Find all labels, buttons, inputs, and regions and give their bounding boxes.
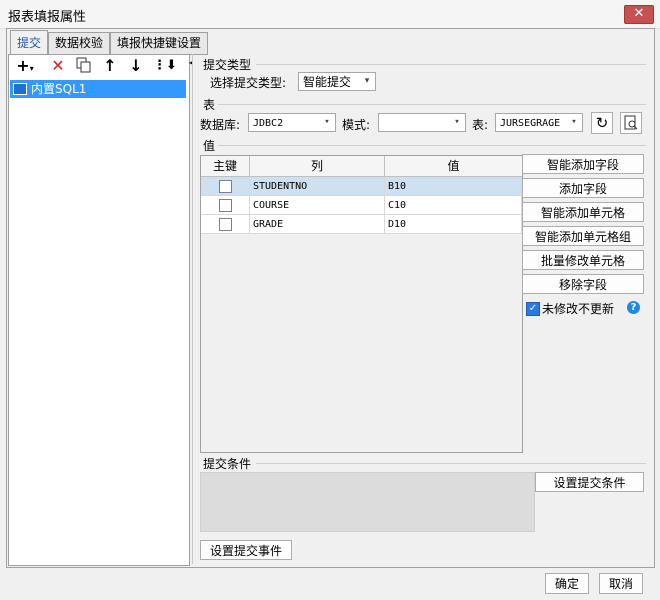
window-title: 报表填报属性 — [8, 10, 87, 25]
table-row-column[interactable]: STUDENTNO — [250, 177, 385, 196]
table-row-value[interactable]: C10 — [385, 196, 522, 215]
values-table: 主键 列 值 STUDENTNO B10 COURSE C10 GRADE D1… — [200, 155, 523, 453]
left-toolbar: +▾ ✕ ↑ ↓ ⋮⬇ ◂ — [8, 56, 193, 78]
refresh-button[interactable]: ↻ — [591, 112, 613, 134]
primary-key-checkbox[interactable] — [219, 180, 232, 193]
chevron-down-icon: ▾ — [454, 117, 460, 127]
no-update-label: 未修改不更新 — [542, 302, 615, 316]
submit-type-select[interactable]: 智能提交 ▾ — [298, 72, 376, 91]
table-row-column[interactable]: COURSE — [250, 196, 385, 215]
column-header-key: 主键 — [201, 156, 250, 177]
primary-key-checkbox[interactable] — [219, 218, 232, 231]
tab-data-validation[interactable]: 数据校验 — [48, 32, 110, 55]
set-submit-event-button[interactable]: 设置提交事件 — [200, 540, 292, 560]
refresh-icon: ↻ — [595, 114, 609, 132]
batch-modify-cell-button[interactable]: 批量修改单元格 — [522, 250, 644, 270]
table-row-column[interactable]: GRADE — [250, 215, 385, 234]
copy-icon[interactable] — [74, 56, 94, 76]
table-label: 表: — [472, 118, 489, 132]
divider — [218, 145, 646, 146]
chevron-down-icon: ▾ — [566, 114, 582, 131]
submit-type-value: 智能提交 — [303, 75, 352, 89]
chevron-down-icon: ▾ — [324, 117, 330, 127]
smart-add-cell-button[interactable]: 智能添加单元格 — [522, 202, 644, 222]
preview-button[interactable] — [620, 112, 642, 134]
table-row-key-cell[interactable] — [201, 215, 250, 234]
submit-condition-area — [200, 472, 535, 532]
database-icon — [13, 83, 27, 95]
smart-add-field-button[interactable]: 智能添加字段 — [522, 154, 644, 174]
tree-item-builtin-sql[interactable]: 内置SQL1 — [10, 80, 186, 98]
no-update-checkbox[interactable]: ✓ — [526, 302, 540, 316]
remove-field-button[interactable]: 移除字段 — [522, 274, 644, 294]
chevron-down-icon: ▾ — [364, 76, 370, 86]
close-button[interactable]: ✕ — [624, 5, 654, 24]
add-field-button[interactable]: 添加字段 — [522, 178, 644, 198]
splitter[interactable] — [192, 54, 195, 564]
column-header-column: 列 — [250, 156, 385, 177]
section-submit-type: 提交类型 — [203, 58, 252, 72]
add-icon[interactable]: +▾ — [12, 56, 38, 76]
section-table: 表 — [203, 98, 216, 112]
schema-label: 模式: — [342, 118, 371, 132]
table-row-value[interactable]: B10 — [385, 177, 522, 196]
primary-key-checkbox[interactable] — [219, 199, 232, 212]
set-submit-condition-button[interactable]: 设置提交条件 — [535, 472, 644, 492]
preview-icon — [624, 115, 638, 130]
submit-type-label: 选择提交类型: — [210, 76, 287, 90]
table-row-value[interactable]: D10 — [385, 215, 522, 234]
table-select[interactable]: JURSEGRAGE ▾ — [495, 113, 583, 132]
table-value: JURSEGRAGE — [500, 118, 561, 129]
section-values: 值 — [203, 139, 216, 153]
database-value: JDBC2 — [253, 118, 284, 129]
divider — [218, 104, 646, 105]
sort-icon[interactable]: ⋮⬇ — [152, 56, 178, 76]
move-up-icon[interactable]: ↑ — [100, 56, 120, 76]
title-bar: 报表填报属性 ✕ — [0, 0, 660, 29]
ok-button[interactable]: 确定 — [545, 573, 589, 594]
database-label: 数据库: — [200, 118, 241, 132]
delete-icon[interactable]: ✕ — [48, 56, 68, 76]
database-select[interactable]: JDBC2 ▾ — [248, 113, 336, 132]
help-icon[interactable]: ? — [627, 301, 640, 314]
tab-submit[interactable]: 提交 — [10, 30, 48, 56]
divider — [256, 64, 646, 65]
schema-select[interactable]: ▾ — [378, 113, 466, 132]
table-row-key-cell[interactable] — [201, 196, 250, 215]
tab-shortcut-settings[interactable]: 填报快捷键设置 — [110, 32, 208, 55]
left-panel — [8, 54, 190, 566]
table-row-key-cell[interactable] — [201, 177, 250, 196]
section-submit-condition: 提交条件 — [203, 457, 252, 471]
cancel-button[interactable]: 取消 — [599, 573, 643, 594]
tree-item-label: 内置SQL1 — [31, 82, 87, 96]
smart-add-cell-group-button[interactable]: 智能添加单元格组 — [522, 226, 644, 246]
column-header-value: 值 — [385, 156, 522, 177]
move-down-icon[interactable]: ↓ — [126, 56, 146, 76]
divider — [256, 463, 646, 464]
